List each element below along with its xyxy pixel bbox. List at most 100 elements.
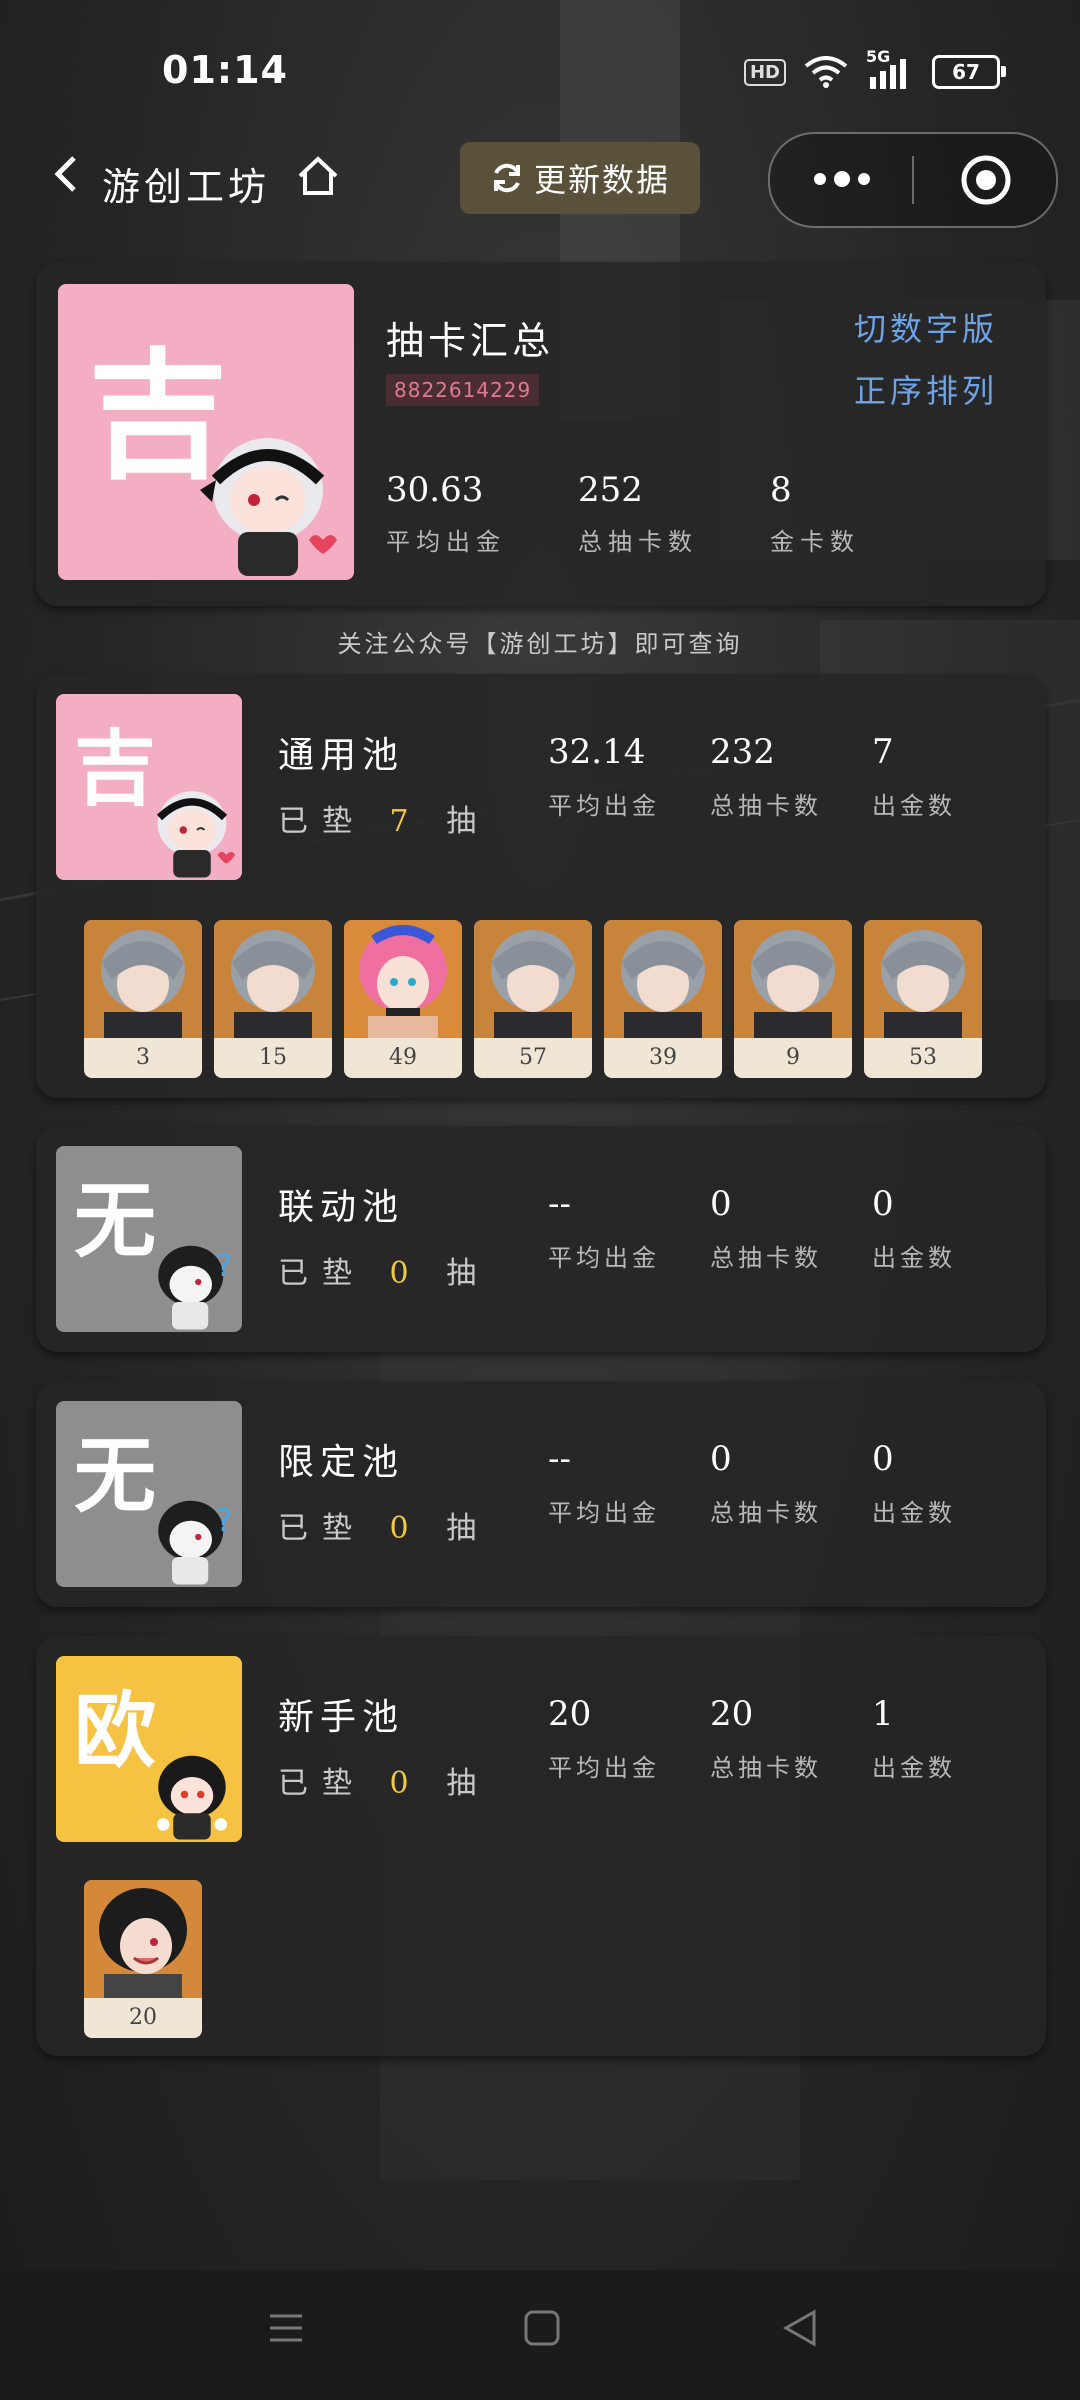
pool-stat-avg: -- 平均出金 xyxy=(548,1184,660,1273)
stat-value: -- xyxy=(548,1184,571,1224)
capsule-divider xyxy=(912,156,914,204)
pity-suffix: 抽 xyxy=(446,1256,491,1291)
home-icon xyxy=(298,156,338,195)
gold-card-pulls: 39 xyxy=(649,1045,677,1070)
menu-icon xyxy=(270,2314,302,2342)
stat-value: 1 xyxy=(872,1694,894,1734)
summary-stat-gold: 8 金卡数 xyxy=(770,470,860,557)
square-icon xyxy=(524,2310,560,2346)
more-options-button[interactable] xyxy=(812,154,872,214)
gold-card[interactable]: 57 xyxy=(474,920,592,1078)
recent-apps-button[interactable] xyxy=(266,2308,306,2352)
stat-label: 总抽卡数 xyxy=(710,1244,822,1272)
pool-stat-avg: 32.14 平均出金 xyxy=(548,732,660,821)
luck-badge: 无 ? xyxy=(56,1146,242,1332)
character-portrait-image xyxy=(214,920,332,1038)
character-portrait-image xyxy=(474,920,592,1038)
character-portrait-image xyxy=(864,920,982,1038)
summary-stat-total: 252 总抽卡数 xyxy=(578,470,698,557)
chibi-mascot-image xyxy=(157,1755,227,1840)
gold-card-pulls: 3 xyxy=(136,1045,150,1070)
more-dots-icon xyxy=(814,171,870,187)
home-button[interactable] xyxy=(296,154,340,202)
stat-label: 平均出金 xyxy=(548,1244,660,1272)
target-icon xyxy=(961,155,1011,205)
character-portrait-image xyxy=(734,920,852,1038)
pool-name: 新手池 xyxy=(278,1697,405,1738)
pool-card-limited: 无 ? 限定池 已垫 0 抽 -- 平均出金 0 总抽卡数 0 出金数 xyxy=(36,1381,1046,1607)
status-icons: HD 5G 67 xyxy=(743,47,1006,89)
home-nav-button[interactable] xyxy=(522,2308,562,2352)
update-data-label: 更新数据 xyxy=(533,161,670,199)
pool-stat-gold: 1 出金数 xyxy=(872,1694,956,1783)
svg-text:?: ? xyxy=(216,1248,233,1284)
chibi-mascot-image: ? xyxy=(158,1500,232,1585)
stat-value: 20 xyxy=(548,1694,592,1734)
stat-label: 平均出金 xyxy=(548,792,660,820)
gold-card[interactable]: 53 xyxy=(864,920,982,1078)
pool-stat-total: 20 总抽卡数 xyxy=(710,1694,822,1783)
pity-prefix: 已垫 xyxy=(278,1766,366,1801)
gold-card[interactable]: 9 xyxy=(734,920,852,1078)
triangle-back-icon xyxy=(782,2309,816,2347)
stat-value: 7 xyxy=(872,732,894,772)
gold-card[interactable]: 39 xyxy=(604,920,722,1078)
pool-stat-avg: 20 平均出金 xyxy=(548,1694,660,1783)
pool-stat-total: 232 总抽卡数 xyxy=(710,732,822,821)
pity-suffix: 抽 xyxy=(446,1766,491,1801)
pity-suffix: 抽 xyxy=(446,804,491,839)
pool-card-beginner: 欧 新手池 已垫 0 抽 20 平均出金 20 总抽卡数 1 出金数 20 xyxy=(36,1636,1046,2056)
stat-label: 总抽卡数 xyxy=(710,1754,822,1782)
hd-badge: HD xyxy=(743,58,786,86)
gold-card-pulls: 53 xyxy=(909,1045,937,1070)
close-miniprogram-button[interactable] xyxy=(960,154,1012,210)
stat-label: 平均出金 xyxy=(548,1754,660,1782)
cellular-signal-icon: 5G xyxy=(866,47,914,89)
pool-stat-gold: 0 出金数 xyxy=(872,1184,956,1273)
app-title: 游创工坊 xyxy=(102,165,271,209)
pity-counter: 已垫 7 抽 xyxy=(278,796,490,840)
gold-card[interactable]: 15 xyxy=(214,920,332,1078)
luck-badge: 欧 xyxy=(56,1656,242,1842)
gold-card[interactable]: 49 xyxy=(344,920,462,1078)
stat-label: 出金数 xyxy=(872,1754,956,1782)
chibi-mascot-image: ? xyxy=(158,1245,233,1330)
stat-value: 252 xyxy=(578,470,643,510)
update-data-button[interactable]: 更新数据 xyxy=(460,142,700,214)
follow-hint: 关注公众号【游创工坊】即可查询 xyxy=(337,630,743,658)
gold-card-list: 3 15 49 57 39 9 53 xyxy=(84,920,982,1078)
miniprogram-capsule xyxy=(768,132,1058,228)
pity-prefix: 已垫 xyxy=(278,1511,366,1546)
stat-label: 平均出金 xyxy=(548,1499,660,1527)
stat-value: 232 xyxy=(710,732,775,772)
gold-card-list: 20 xyxy=(84,1880,202,2038)
gold-card-pulls: 49 xyxy=(389,1045,417,1070)
stat-value: 30.63 xyxy=(386,470,484,510)
back-button[interactable] xyxy=(52,152,80,207)
status-bar: 01:14 HD 5G 67 xyxy=(0,0,1080,140)
luck-badge: 吉 xyxy=(56,694,242,880)
gold-card-pulls: 15 xyxy=(259,1045,287,1070)
pity-counter: 已垫 0 抽 xyxy=(278,1248,490,1292)
system-navigation-bar xyxy=(0,2270,1080,2400)
battery-icon: 67 xyxy=(932,55,1006,89)
luck-badge: 无 ? xyxy=(56,1401,242,1587)
stat-label: 总抽卡数 xyxy=(578,528,698,556)
stat-label: 平均出金 xyxy=(386,528,506,556)
sort-order-link[interactable]: 正序排列 xyxy=(854,366,998,412)
character-portrait-image xyxy=(344,920,462,1038)
stat-label: 总抽卡数 xyxy=(710,1499,822,1527)
pity-counter: 已垫 0 抽 xyxy=(278,1503,490,1547)
summary-title: 抽卡汇总 xyxy=(386,319,555,363)
stat-value: 0 xyxy=(872,1184,894,1224)
switch-digital-version-link[interactable]: 切数字版 xyxy=(854,304,998,350)
gold-card[interactable]: 3 xyxy=(84,920,202,1078)
stat-value: 0 xyxy=(872,1439,894,1479)
pity-number: 0 xyxy=(389,1766,423,1801)
back-nav-button[interactable] xyxy=(780,2308,820,2352)
gold-card[interactable]: 20 xyxy=(84,1880,202,2038)
pity-number: 7 xyxy=(389,804,423,839)
gold-card-pulls: 57 xyxy=(519,1045,547,1070)
stat-value: -- xyxy=(548,1439,571,1479)
pool-name: 联动池 xyxy=(278,1187,405,1228)
